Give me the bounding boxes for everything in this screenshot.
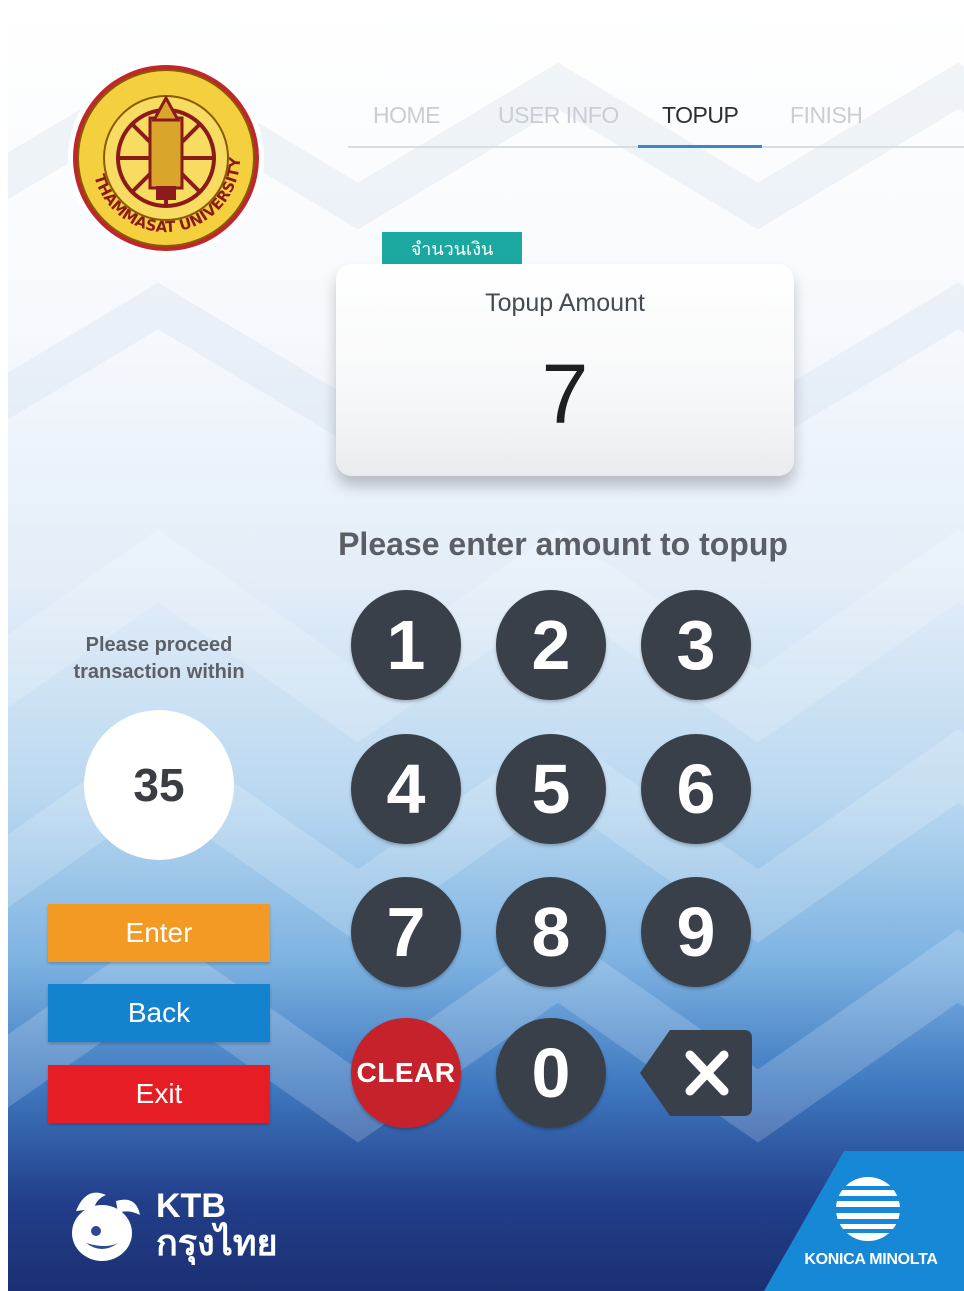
key-2[interactable]: 2 xyxy=(496,590,606,700)
ktb-logo: KTB กรุงไทย xyxy=(56,1181,316,1271)
amount-label: Topup Amount xyxy=(485,289,645,317)
key-5[interactable]: 5 xyxy=(496,734,606,844)
key-4[interactable]: 4 xyxy=(351,734,461,844)
konica-globe-icon xyxy=(834,1177,902,1241)
back-button[interactable]: Back xyxy=(48,984,270,1042)
key-3[interactable]: 3 xyxy=(641,590,751,700)
exit-button[interactable]: Exit xyxy=(48,1065,270,1123)
backspace-button[interactable] xyxy=(640,1030,752,1116)
nav-topup: TOPUP xyxy=(662,102,739,128)
amount-value: 7 xyxy=(541,347,589,441)
backspace-icon xyxy=(640,1030,752,1116)
ktb-name: KTB xyxy=(156,1187,226,1225)
nav-active-indicator xyxy=(638,145,762,148)
nav-home: HOME xyxy=(373,102,441,128)
step-navigation: HOME USER INFO TOPUP FINISH xyxy=(348,98,964,148)
nav-finish: FINISH xyxy=(790,102,863,128)
key-9[interactable]: 9 xyxy=(641,877,751,987)
timer-caption-line1: Please proceed xyxy=(85,634,233,656)
countdown-timer: 35 xyxy=(84,710,234,860)
enter-button[interactable]: Enter xyxy=(48,904,270,962)
amount-display: Topup Amount 7 xyxy=(336,264,794,476)
amount-tag: จำนวนเงิน xyxy=(382,232,522,266)
ktb-thai-name: กรุงไทย xyxy=(156,1222,278,1263)
instruction-text: Please enter amount to topup xyxy=(338,526,788,562)
clear-button[interactable]: CLEAR xyxy=(351,1018,461,1128)
konica-corner xyxy=(764,1151,964,1291)
key-0[interactable]: 0 xyxy=(496,1018,606,1128)
key-7[interactable]: 7 xyxy=(351,877,461,987)
key-6[interactable]: 6 xyxy=(641,734,751,844)
nav-user-info: USER INFO xyxy=(498,102,619,128)
konica-brand-text: KONICA MINOLTA xyxy=(804,1251,938,1268)
university-logo: THAMMASAT UNIVERSITY xyxy=(66,58,266,258)
key-8[interactable]: 8 xyxy=(496,877,606,987)
timer-caption-line2: transaction within xyxy=(73,661,245,683)
key-1[interactable]: 1 xyxy=(351,590,461,700)
kiosk-screen: THAMMASAT UNIVERSITY HOME USER INFO TOPU… xyxy=(8,6,964,1291)
timer-caption: Please proceed transaction within xyxy=(48,632,270,686)
ktb-bird-icon xyxy=(72,1192,140,1261)
